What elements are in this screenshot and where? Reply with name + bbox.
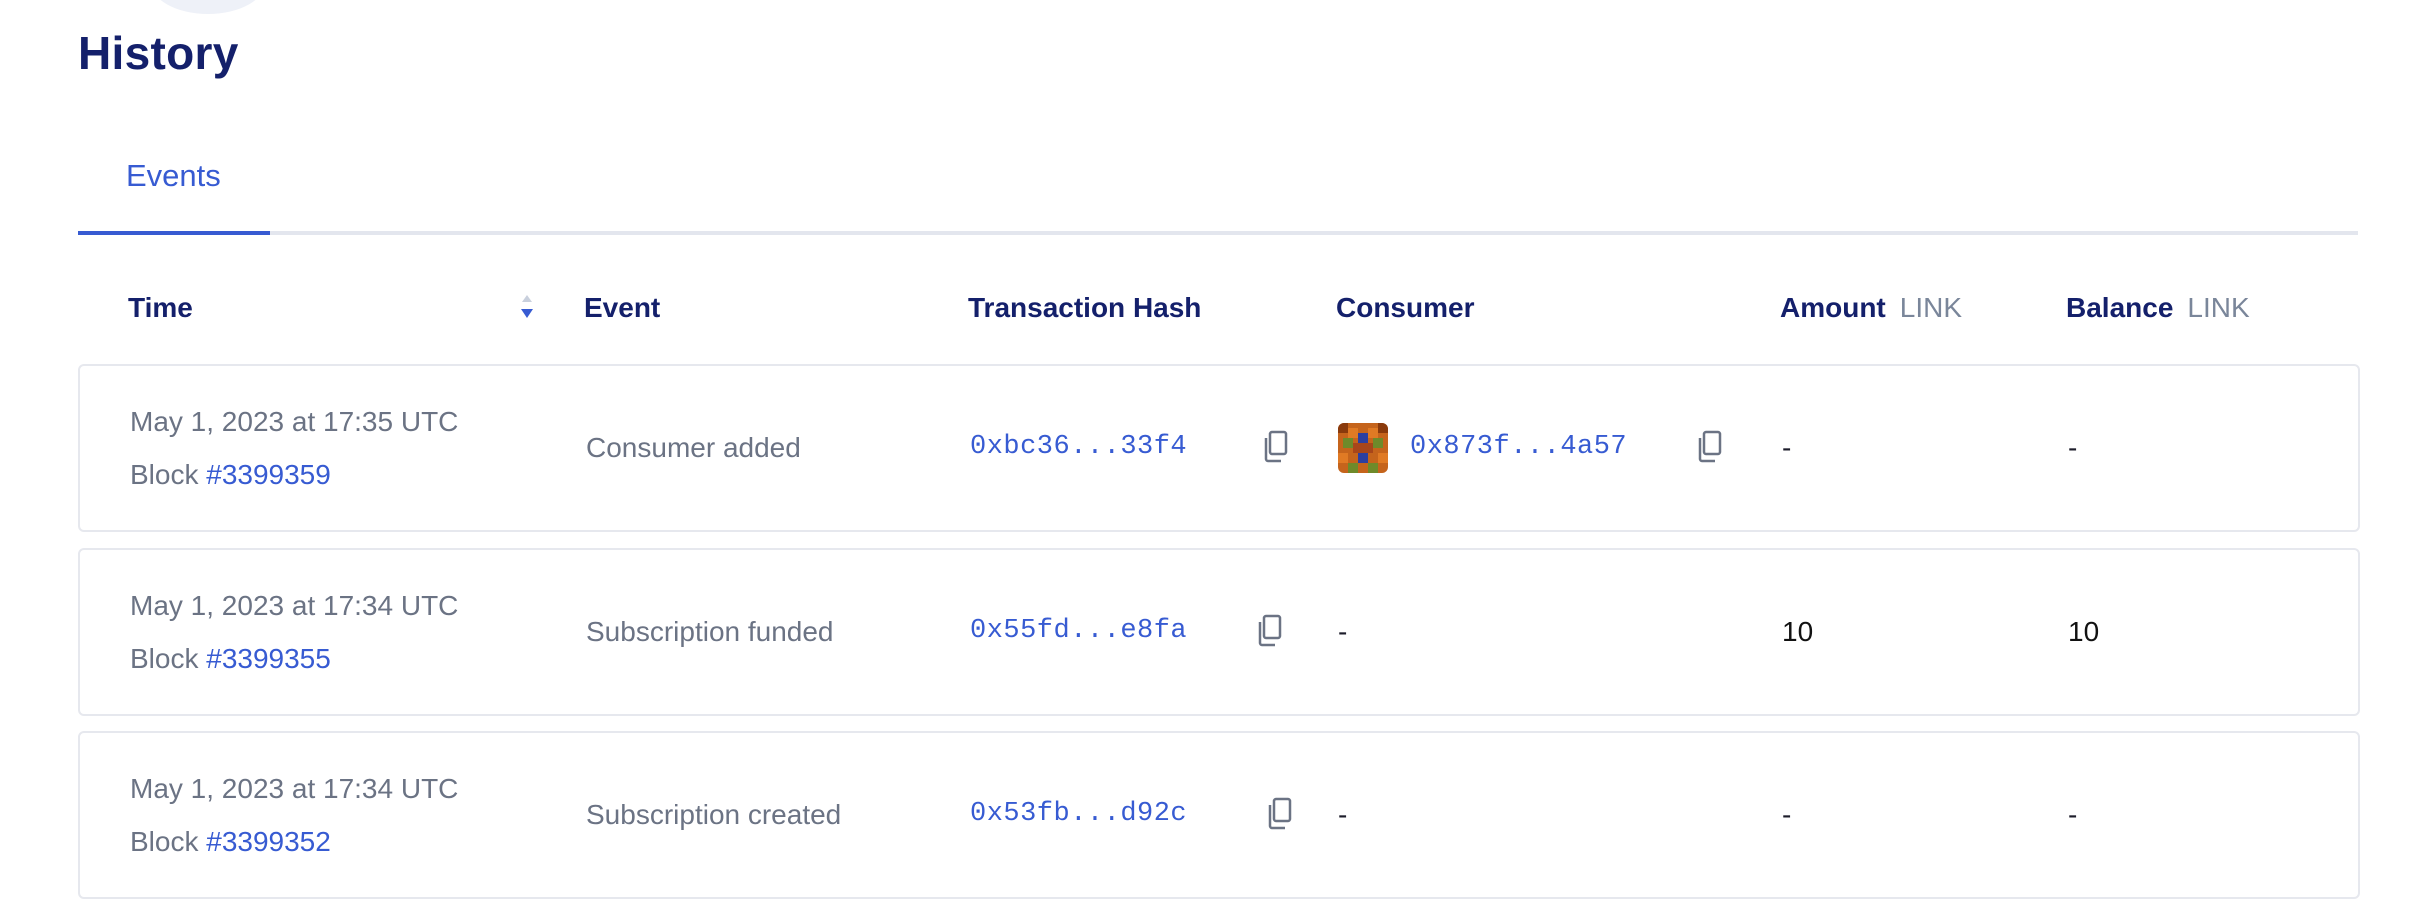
block-prefix: Block <box>130 459 199 490</box>
row-time: May 1, 2023 at 17:34 UTC <box>130 590 459 621</box>
column-header-hash: Transaction Hash <box>968 292 1202 323</box>
block-link[interactable]: #3399352 <box>206 826 331 857</box>
sort-desc-icon[interactable] <box>516 292 538 324</box>
block-prefix: Block <box>130 826 199 857</box>
transaction-hash-link[interactable]: 0x53fb...d92c <box>970 799 1187 829</box>
amount-unit: LINK <box>1899 292 1963 323</box>
table-row: May 1, 2023 at 17:35 UTC Block #3399359 … <box>78 364 2360 532</box>
row-time: May 1, 2023 at 17:34 UTC <box>130 773 459 804</box>
row-balance: 10 <box>2068 616 2100 647</box>
row-consumer: - <box>1338 616 1348 647</box>
row-event: Subscription funded <box>586 616 834 647</box>
balance-label: Balance <box>2066 292 2174 323</box>
row-block: Block #3399355 <box>130 643 331 675</box>
tabs-divider <box>78 231 2358 235</box>
copy-icon[interactable] <box>1256 614 1282 648</box>
column-header-amount: Amount LINK <box>1780 292 1962 324</box>
table-header: Time Event Transaction Hash Consumer Amo… <box>78 284 2358 334</box>
profile-circle-decoration <box>150 0 266 14</box>
tab-events[interactable]: Events <box>78 140 270 235</box>
column-header-time[interactable]: Time <box>128 292 193 324</box>
row-time: May 1, 2023 at 17:35 UTC <box>130 406 459 437</box>
row-consumer: - <box>1338 799 1348 830</box>
copy-icon[interactable] <box>1266 797 1292 831</box>
row-amount: 10 <box>1782 616 1814 647</box>
row-block: Block #3399352 <box>130 826 331 858</box>
table-row: May 1, 2023 at 17:34 UTC Block #3399355 … <box>78 548 2360 716</box>
block-link[interactable]: #3399359 <box>206 459 331 490</box>
balance-unit: LINK <box>2187 292 2250 323</box>
row-amount: - <box>1782 799 1792 830</box>
block-prefix: Block <box>130 643 199 674</box>
page-title: History <box>78 27 239 79</box>
tab-active-indicator <box>78 231 270 235</box>
column-header-event: Event <box>584 292 661 323</box>
transaction-hash-link[interactable]: 0xbc36...33f4 <box>970 432 1187 462</box>
column-header-consumer: Consumer <box>1336 292 1475 323</box>
transaction-hash-link[interactable]: 0x55fd...e8fa <box>970 616 1187 646</box>
table-row: May 1, 2023 at 17:34 UTC Block #3399352 … <box>78 731 2360 899</box>
amount-label: Amount <box>1780 292 1886 323</box>
identicon-avatar <box>1338 423 1388 473</box>
row-block: Block #3399359 <box>130 459 331 491</box>
row-amount: - <box>1782 432 1792 463</box>
row-balance: - <box>2068 799 2078 830</box>
copy-icon[interactable] <box>1262 430 1288 464</box>
row-event: Subscription created <box>586 799 842 830</box>
consumer-address-link[interactable]: 0x873f...4a57 <box>1410 432 1627 462</box>
tab-events-label: Events <box>126 158 221 193</box>
row-event: Consumer added <box>586 432 801 463</box>
column-header-balance: Balance LINK <box>2066 292 2250 324</box>
tabs-bar: Events <box>78 140 2358 235</box>
block-link[interactable]: #3399355 <box>206 643 331 674</box>
row-balance: - <box>2068 432 2078 463</box>
copy-icon[interactable] <box>1696 430 1722 464</box>
